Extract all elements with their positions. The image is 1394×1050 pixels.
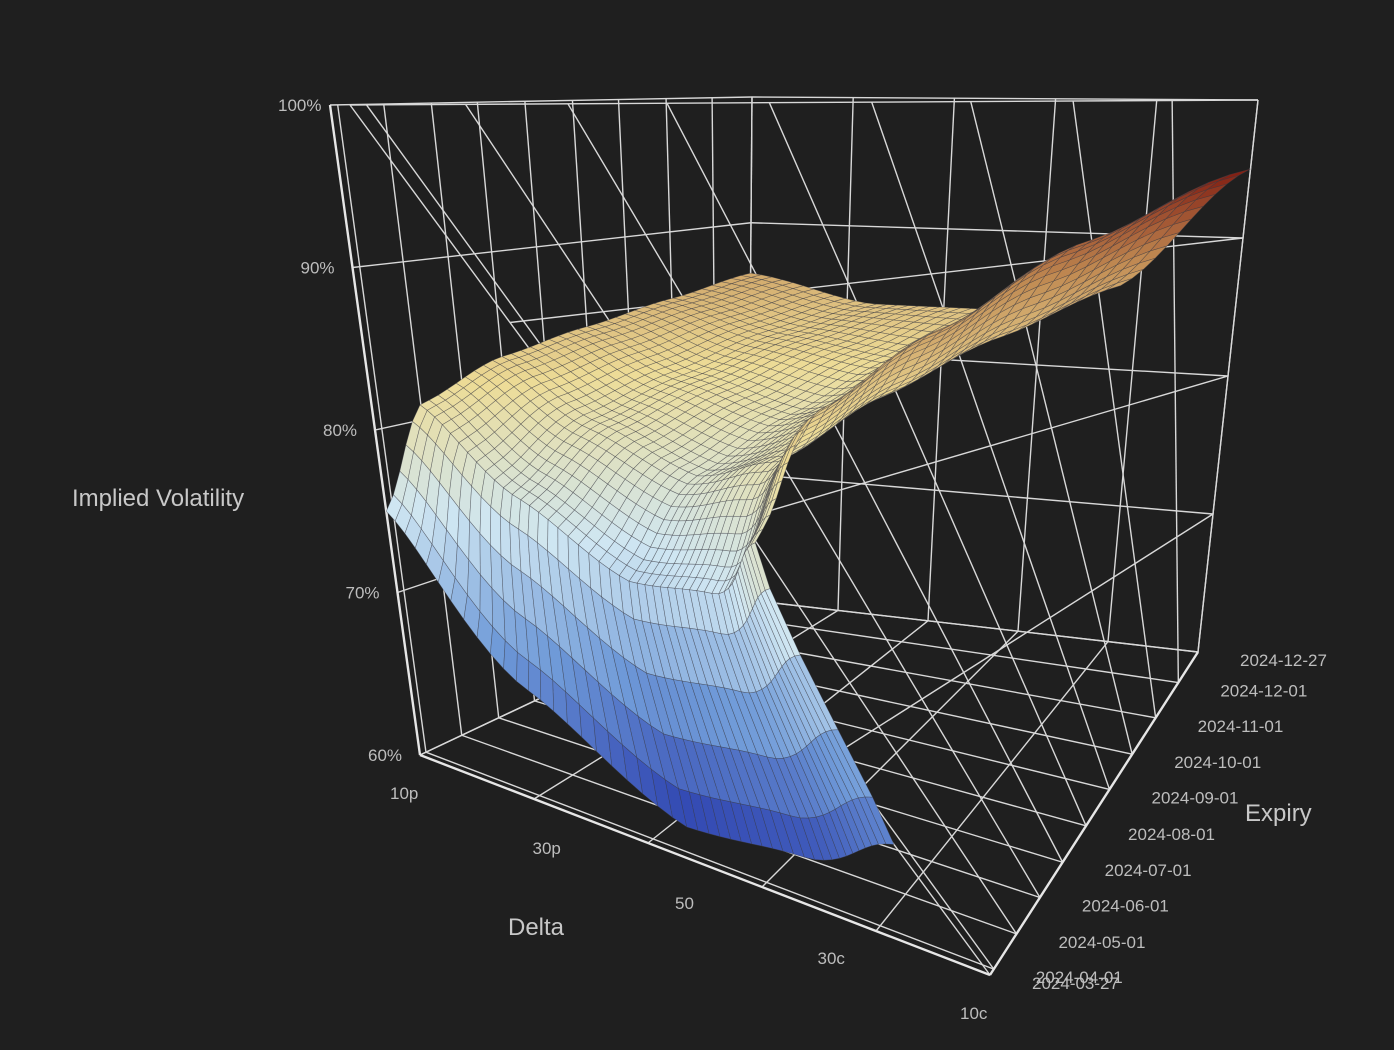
surface-cell <box>1218 168 1251 182</box>
z-tick-label: 70% <box>346 584 380 603</box>
y-axis-title: Expiry <box>1245 800 1312 827</box>
left-wall-gridline-h <box>352 222 752 269</box>
y-tick-label: 2024-12-01 <box>1220 682 1307 701</box>
right-wall-gridline-h <box>829 513 1214 759</box>
axis-line <box>988 651 1200 976</box>
iv-surface-chart: 60%70%80%90%100%10p30p5030c10c2024-03-27… <box>72 96 1327 1023</box>
z-tick-label: 80% <box>323 421 357 440</box>
z-tick-label: 60% <box>368 746 402 765</box>
y-tick-label: 2024-09-01 <box>1152 788 1239 807</box>
y-tick-label: 2024-11-01 <box>1198 717 1284 736</box>
z-tick-label: 90% <box>301 259 335 278</box>
x-tick-label: 10p <box>390 784 418 803</box>
x-axis-title: Delta <box>508 914 565 941</box>
y-tick-label: 2024-12-27 <box>1240 651 1327 670</box>
y-tick-label: 2024-10-01 <box>1174 753 1261 772</box>
back-wall-gridline-h <box>748 473 1214 515</box>
y-tick-label: 2024-08-01 <box>1128 825 1215 844</box>
z-tick-label: 100% <box>278 96 321 115</box>
y-tick-label: 2024-04-01 <box>1036 968 1123 987</box>
y-tick-label: 2024-05-01 <box>1058 933 1145 952</box>
surface-layer <box>385 168 1251 861</box>
x-tick-label: 50 <box>675 894 694 913</box>
x-tick-label: 10c <box>960 1004 988 1023</box>
x-tick-label: 30c <box>818 949 846 968</box>
y-tick-label: 2024-07-01 <box>1105 861 1192 880</box>
back-wall-gridline-h <box>751 96 1259 101</box>
x-tick-label: 30p <box>533 839 561 858</box>
y-tick-label: 2024-06-01 <box>1082 896 1169 915</box>
back-wall-gridline-h <box>747 599 1199 653</box>
z-axis-title: Implied Volatility <box>72 485 244 512</box>
